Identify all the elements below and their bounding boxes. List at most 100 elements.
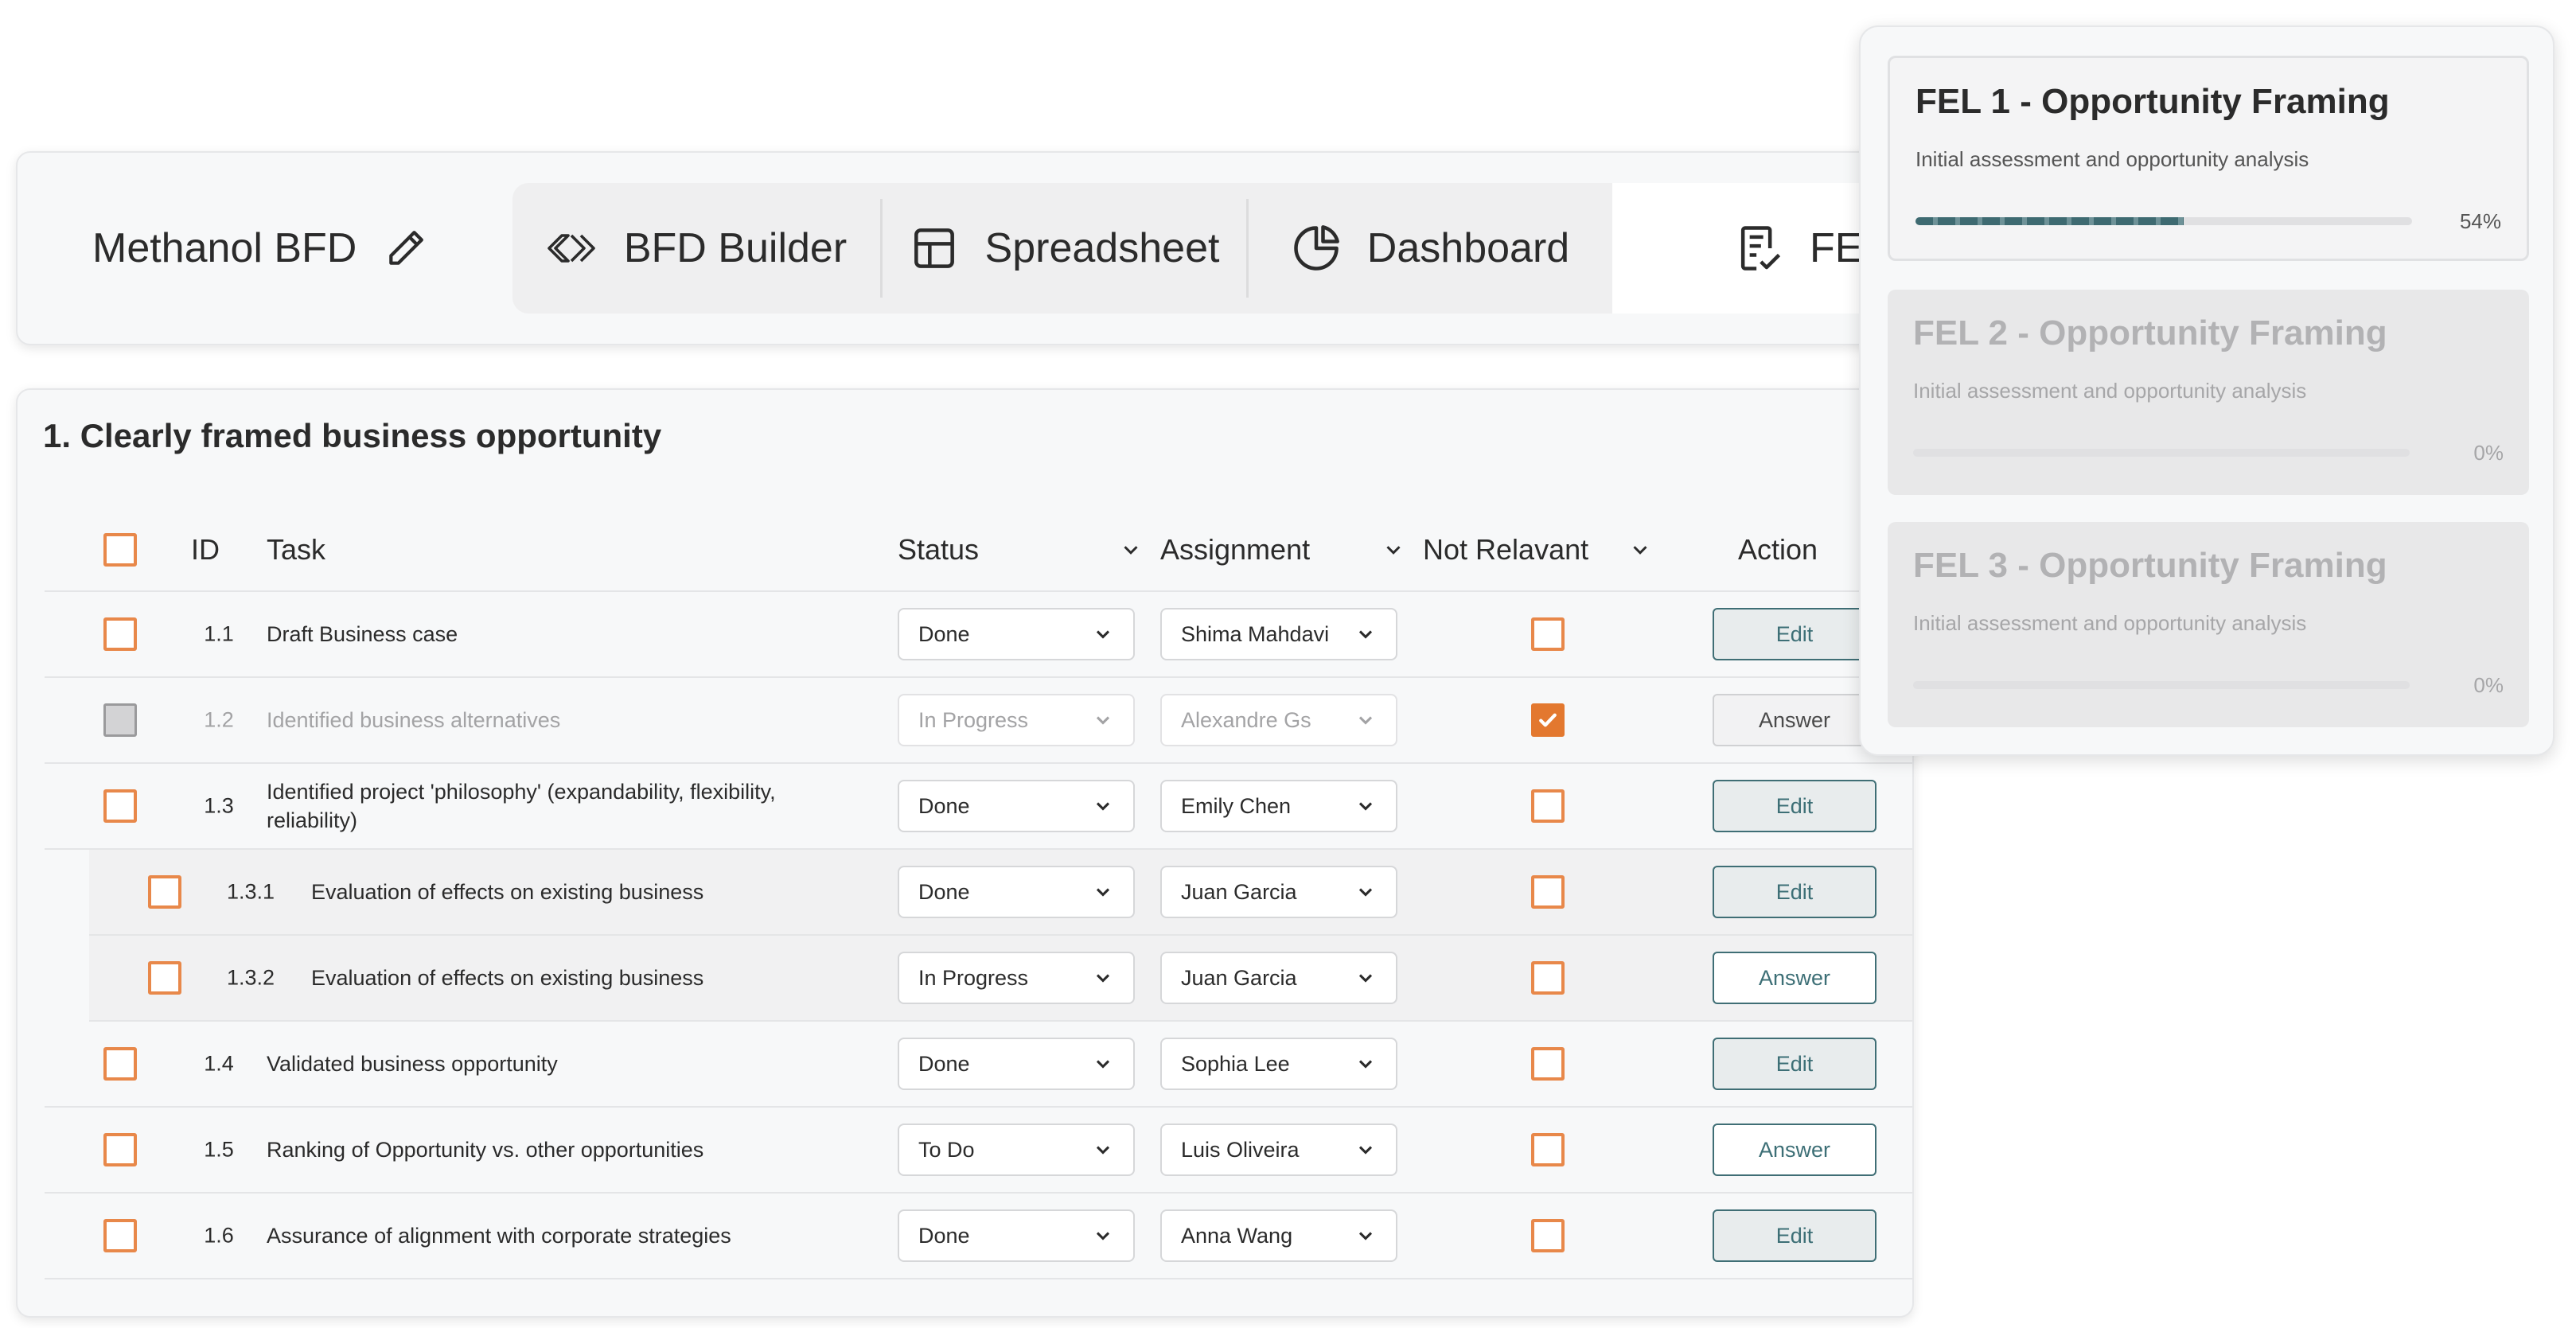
assignee-select[interactable]: Emily Chen	[1160, 780, 1397, 832]
status-select[interactable]: In Progress	[898, 952, 1135, 1004]
project-name: Methanol BFD	[92, 225, 357, 271]
not-relevant-checkbox[interactable]	[1531, 875, 1565, 909]
not-relevant-checkbox[interactable]	[1531, 1133, 1565, 1166]
status-value: Done	[918, 1051, 970, 1076]
not-relevant-checkbox[interactable]	[1531, 961, 1565, 995]
task-id: 1.3	[204, 793, 234, 818]
assignee-value: Anna Wang	[1181, 1223, 1293, 1248]
progress-bar	[1915, 217, 2412, 225]
row-select-checkbox[interactable]	[103, 1047, 137, 1081]
assignee-select[interactable]: Anna Wang	[1160, 1209, 1397, 1262]
column-header-status: Status	[898, 533, 980, 566]
status-select[interactable]: To Do	[898, 1124, 1135, 1176]
assignee-select[interactable]: Alexandre Gs	[1160, 694, 1397, 746]
answer-button[interactable]: Answer	[1713, 694, 1876, 746]
chevron-down-icon	[1096, 1232, 1110, 1240]
chevron-down-icon	[1358, 802, 1373, 811]
progress-percent: 0%	[2473, 673, 2504, 697]
status-value: To Do	[918, 1137, 975, 1162]
task-name: Assurance of alignment with corporate st…	[267, 1224, 731, 1248]
row-select-checkbox[interactable]	[103, 789, 137, 823]
status-select[interactable]: Done	[898, 608, 1135, 660]
section-title: 1. Clearly framed business opportunity	[43, 417, 662, 454]
not-relevant-checkbox[interactable]	[1531, 1047, 1565, 1081]
not-relevant-checkbox[interactable]	[1531, 617, 1565, 651]
not-relevant-checkbox[interactable]	[1531, 703, 1565, 737]
table-row-subtask: 1.3.1 Evaluation of effects on existing …	[89, 850, 1912, 936]
status-select[interactable]: Done	[898, 780, 1135, 832]
edit-pencil-icon[interactable]	[384, 226, 428, 271]
view-tabs: BFD Builder Spreadsheet Dashboard FE	[512, 183, 1937, 314]
progress-fill	[1915, 217, 2184, 225]
edit-button[interactable]: Edit	[1713, 1209, 1876, 1262]
row-select-checkbox[interactable]	[103, 1219, 137, 1252]
edit-button[interactable]: Edit	[1713, 1038, 1876, 1090]
chevron-down-icon	[1358, 1060, 1373, 1069]
not-relevant-checkbox[interactable]	[1531, 1219, 1565, 1252]
tab-spreadsheet[interactable]: Spreadsheet	[880, 183, 1246, 314]
project-header: Methanol BFD	[92, 153, 428, 344]
fel-stage-card[interactable]: FEL 3 - Opportunity Framing Initial asse…	[1888, 522, 2529, 727]
assignee-select[interactable]: Sophia Lee	[1160, 1038, 1397, 1090]
assignee-select[interactable]: Luis Oliveira	[1160, 1124, 1397, 1176]
tab-label: Dashboard	[1366, 225, 1570, 271]
assignee-select[interactable]: Juan Garcia	[1160, 866, 1397, 918]
answer-button[interactable]: Answer	[1713, 952, 1876, 1004]
status-select[interactable]: In Progress	[898, 694, 1135, 746]
tab-bfd-builder[interactable]: BFD Builder	[512, 183, 880, 314]
chevron-down-icon	[1358, 716, 1373, 725]
task-name: Validated business opportunity	[267, 1052, 558, 1076]
chevron-down-icon	[1096, 716, 1110, 725]
table-row: 1.6 Assurance of alignment with corporat…	[45, 1194, 1912, 1279]
chevron-down-icon	[1096, 802, 1110, 811]
status-value: Done	[918, 621, 970, 646]
task-name: Evaluation of effects on existing busine…	[311, 880, 704, 904]
assignment-filter-chevron-icon[interactable]	[1382, 538, 1405, 562]
assignee-value: Juan Garcia	[1181, 965, 1297, 990]
table-row: 1.2 Identified business alternatives In …	[45, 678, 1912, 764]
status-filter-chevron-icon[interactable]	[1119, 538, 1143, 562]
checklist-card: 1. Clearly framed business opportunity I…	[16, 388, 1914, 1318]
chevron-down-icon	[1096, 974, 1110, 983]
column-header-id: ID	[191, 533, 220, 566]
status-select[interactable]: Done	[898, 1209, 1135, 1262]
row-select-checkbox[interactable]	[103, 617, 137, 651]
fel-stage-subtitle: Initial assessment and opportunity analy…	[1913, 379, 2307, 403]
chevrons-right-icon	[546, 221, 600, 275]
tab-dashboard[interactable]: Dashboard	[1246, 183, 1612, 314]
progress-percent: 54%	[2459, 209, 2501, 233]
top-navigation-bar: Methanol BFD BFD Builder Spreadsheet Das…	[16, 151, 1937, 345]
row-select-checkbox[interactable]	[148, 961, 181, 995]
fel-stage-card[interactable]: FEL 1 - Opportunity Framing Initial asse…	[1888, 56, 2529, 261]
edit-button[interactable]: Edit	[1713, 608, 1876, 660]
select-all-checkbox[interactable]	[103, 533, 137, 567]
not-relevant-checkbox[interactable]	[1531, 789, 1565, 823]
chevron-down-icon	[1358, 974, 1373, 983]
row-select-checkbox[interactable]	[148, 875, 181, 909]
assignee-value: Emily Chen	[1181, 793, 1292, 818]
assignee-value: Luis Oliveira	[1181, 1137, 1300, 1162]
column-header-not-relevant: Not Relavant	[1423, 533, 1589, 566]
fel-stage-card[interactable]: FEL 2 - Opportunity Framing Initial asse…	[1888, 290, 2529, 495]
task-name: Evaluation of effects on existing busine…	[311, 966, 704, 990]
row-select-checkbox[interactable]	[103, 703, 137, 737]
status-select[interactable]: Done	[898, 866, 1135, 918]
progress-percent: 0%	[2473, 441, 2504, 465]
column-header-action: Action	[1738, 533, 1818, 566]
answer-button[interactable]: Answer	[1713, 1124, 1876, 1176]
assignee-select[interactable]: Juan Garcia	[1160, 952, 1397, 1004]
checkmark-icon	[1539, 713, 1557, 727]
edit-button[interactable]: Edit	[1713, 780, 1876, 832]
progress-bar	[1913, 449, 2410, 457]
task-name: Identified business alternatives	[267, 708, 561, 732]
status-value: Done	[918, 793, 970, 818]
chevron-down-icon	[1358, 630, 1373, 639]
status-select[interactable]: Done	[898, 1038, 1135, 1090]
edit-button[interactable]: Edit	[1713, 866, 1876, 918]
task-id: 1.3.2	[226, 965, 275, 990]
row-select-checkbox[interactable]	[103, 1133, 137, 1166]
not-relevant-filter-chevron-icon[interactable]	[1628, 538, 1652, 562]
chevron-down-icon	[1358, 1146, 1373, 1155]
assignee-select[interactable]: Shima Mahdavi	[1160, 608, 1397, 660]
pie-chart-icon	[1289, 221, 1343, 275]
